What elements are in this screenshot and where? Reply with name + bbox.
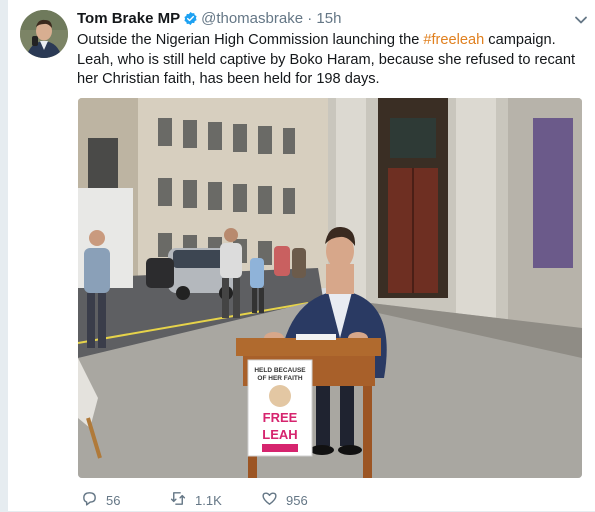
hashtag-link[interactable]: #freeleah bbox=[423, 32, 484, 48]
like-icon bbox=[261, 490, 286, 510]
poster-leah: LEAH bbox=[262, 427, 297, 442]
retweet-icon bbox=[169, 490, 195, 510]
author-handle[interactable]: @thomasbrake bbox=[201, 10, 303, 27]
tweet-photo[interactable]: HELD BECAUSE OF HER FAITH FREE LEAH bbox=[78, 98, 582, 478]
poster-line-1: HELD BECAUSE bbox=[254, 367, 306, 374]
poster-line-2: OF HER FAITH bbox=[257, 375, 302, 382]
chevron-down-icon[interactable] bbox=[573, 12, 589, 28]
reply-button[interactable]: 56 bbox=[81, 490, 120, 510]
tweet-text: Outside the Nigerian High Commission lau… bbox=[77, 31, 582, 90]
tweet-timestamp[interactable]: 15h bbox=[316, 10, 341, 27]
header-separator: · bbox=[307, 10, 313, 27]
poster-free: FREE bbox=[263, 410, 298, 425]
free-leah-poster: HELD BECAUSE OF HER FAITH FREE LEAH bbox=[247, 359, 313, 457]
retweet-count: 1.1K bbox=[195, 492, 222, 508]
like-count: 956 bbox=[286, 492, 308, 508]
tweet-text-start: Outside the Nigerian High Commission lau… bbox=[77, 32, 424, 48]
verified-badge-icon bbox=[183, 11, 198, 32]
tweet-actions: 56 1.1K 956 bbox=[77, 490, 497, 512]
tweet-header: Tom Brake MP @thomasbrake · 15h bbox=[77, 9, 585, 29]
retweet-button[interactable]: 1.1K bbox=[169, 490, 222, 510]
reply-count: 56 bbox=[106, 492, 121, 508]
tweet-card: Tom Brake MP @thomasbrake · 15h Outside t… bbox=[8, 0, 595, 511]
like-button[interactable]: 956 bbox=[261, 490, 308, 510]
author-name[interactable]: Tom Brake MP bbox=[77, 10, 180, 27]
reply-icon bbox=[81, 490, 106, 510]
author-avatar[interactable] bbox=[20, 10, 68, 58]
